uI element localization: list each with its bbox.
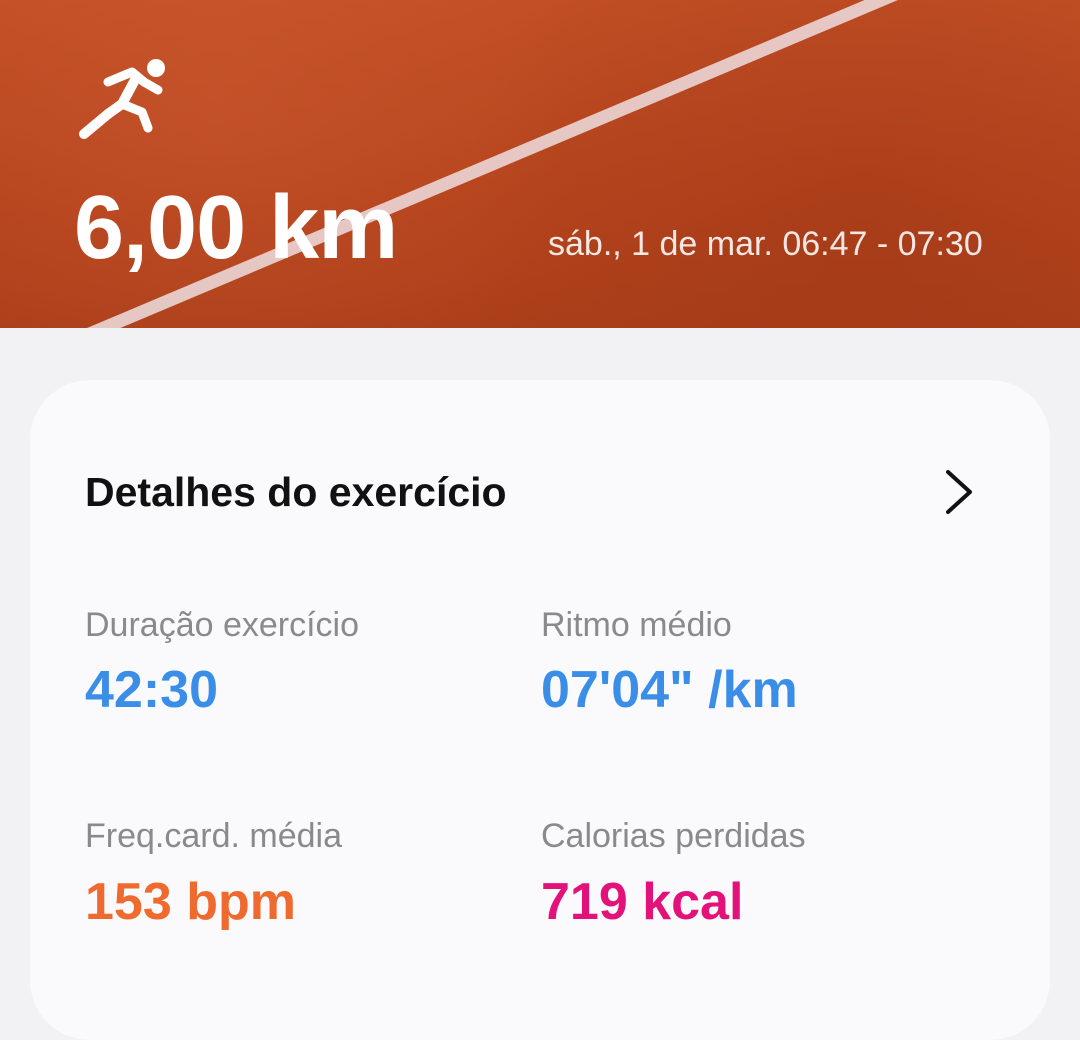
chevron-right-icon[interactable] xyxy=(940,468,980,516)
distance-value: 6,00 km xyxy=(74,178,398,278)
header-banner: 6,00 km sáb., 1 de mar. 06:47 - 07:30 xyxy=(0,0,1080,328)
duration-value: 42:30 xyxy=(85,661,218,719)
exercise-details-title: Detalhes do exercício xyxy=(85,469,507,515)
calories-label: Calorias perdidas xyxy=(541,817,806,855)
duration-label: Duração exercício xyxy=(85,606,360,644)
heart-rate-label: Freq.card. média xyxy=(85,817,342,855)
workout-datetime: sáb., 1 de mar. 06:47 - 07:30 xyxy=(548,225,983,263)
pace-label: Ritmo médio xyxy=(541,606,732,644)
heart-rate-value: 153 bpm xyxy=(85,873,296,931)
running-person-icon xyxy=(79,59,165,139)
calories-value: 719 kcal xyxy=(541,873,744,931)
exercise-details-card[interactable]: Detalhes do exercício Duração exercício … xyxy=(30,380,1050,1040)
track-lane-line xyxy=(86,0,899,328)
pace-value: 07'04" /km xyxy=(541,661,798,719)
